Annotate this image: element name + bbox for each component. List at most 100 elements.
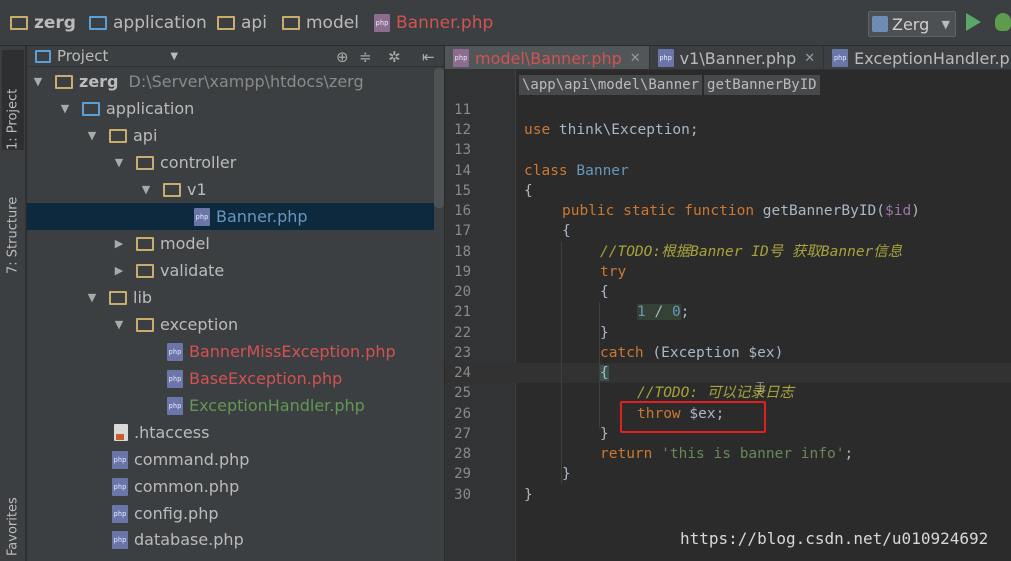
code-line-21[interactable]: 1 / 0;: [637, 302, 689, 322]
tab-project[interactable]: 1: Project: [2, 50, 24, 150]
folder-icon: [136, 236, 154, 251]
code-brace: {: [524, 183, 533, 199]
close-icon[interactable]: ✕: [804, 51, 815, 66]
tree-label: validate: [160, 261, 225, 280]
code-brace: {: [600, 284, 609, 300]
expand-arrow-icon[interactable]: ▼: [112, 156, 126, 169]
run-config-label: Zerg: [892, 14, 930, 34]
breadcrumb-api[interactable]: api: [217, 11, 267, 35]
code-line-27[interactable]: }: [600, 424, 609, 444]
run-icon[interactable]: [966, 13, 981, 31]
code-line-25[interactable]: //TODO: 可以记录日志: [637, 383, 794, 403]
code-keyword: public static function: [562, 203, 755, 219]
run-configuration-select[interactable]: Zerg ▼: [868, 11, 956, 37]
expand-arrow-icon[interactable]: ▼: [58, 102, 72, 115]
breadcrumb-application[interactable]: application: [89, 11, 207, 35]
tree-node-command-php[interactable]: php command.php: [27, 446, 434, 473]
tab-v1-banner-php[interactable]: php v1\Banner.php ✕: [650, 46, 825, 69]
tree-node-controller[interactable]: ▼ controller: [27, 149, 434, 176]
tree-node-bannermissexception-php[interactable]: php BannerMissException.php: [27, 338, 434, 365]
php-file-icon: php: [112, 450, 128, 469]
folder-icon: [163, 182, 181, 197]
breadcrumb-banner-php[interactable]: php Banner.php: [374, 11, 493, 35]
code-line-20[interactable]: {: [600, 282, 609, 302]
code-line-19[interactable]: try: [600, 262, 626, 282]
breadcrumb-method[interactable]: getBannerByID: [704, 75, 820, 95]
code-line-22[interactable]: }: [600, 323, 609, 343]
code-line-30[interactable]: }: [524, 485, 533, 505]
code-line-12[interactable]: use think\Exception;: [524, 120, 699, 140]
tab-exceptionhandler-php[interactable]: php ExceptionHandler.php: [824, 46, 1011, 69]
tree-node-application[interactable]: ▼ application: [27, 95, 434, 122]
folder-icon: [10, 16, 28, 30]
php-file-icon: php: [112, 530, 128, 549]
code-line-15[interactable]: {: [524, 181, 533, 201]
code-line-14[interactable]: class Banner: [524, 161, 629, 181]
tree-node-model[interactable]: ▶ model: [27, 230, 434, 257]
navigation-bar: zerg application api model php Banner.ph…: [0, 0, 1011, 46]
tab-favorites[interactable]: Favorites: [2, 482, 24, 556]
php-file-icon: php: [194, 207, 210, 226]
tree-label: BannerMissException.php: [189, 342, 396, 361]
tree-node-htaccess[interactable]: .htaccess: [27, 419, 434, 446]
code-line-24[interactable]: {: [600, 363, 609, 383]
tree-node-zerg[interactable]: ▼ zerg D:\Server\xampp\htdocs\zerg: [27, 68, 434, 95]
debug-icon[interactable]: [995, 13, 1011, 31]
tree-node-api[interactable]: ▼ api: [27, 122, 434, 149]
tree-label: v1: [187, 180, 207, 199]
collapse-all-icon[interactable]: ≑: [359, 48, 372, 66]
code-line-23[interactable]: catch (Exception $ex): [600, 343, 783, 363]
tree-label: database.php: [134, 530, 244, 549]
collapse-arrow-icon[interactable]: ▶: [112, 237, 126, 250]
hide-panel-icon[interactable]: ⇤: [422, 48, 435, 66]
gear-icon[interactable]: ✲: [388, 48, 401, 66]
tree-node-exceptionhandler-php[interactable]: php ExceptionHandler.php: [27, 392, 434, 419]
expand-arrow-icon[interactable]: ▼: [85, 129, 99, 142]
breadcrumb-model[interactable]: model: [282, 11, 359, 35]
collapse-arrow-icon[interactable]: ▶: [112, 264, 126, 277]
breadcrumb-namespace[interactable]: \app\api\model\Banner: [519, 75, 703, 95]
folder-icon: [282, 16, 300, 30]
tree-node-v1[interactable]: ▼ v1: [27, 176, 434, 203]
tree-label: .htaccess: [134, 423, 210, 442]
breadcrumb-label: zerg: [34, 13, 76, 33]
expand-arrow-icon[interactable]: ▼: [85, 291, 99, 304]
code-class-name: Banner: [567, 163, 629, 179]
code-line-28[interactable]: return 'this is banner info';: [600, 444, 853, 464]
project-view-label: Project: [57, 47, 109, 65]
line-number: 15: [454, 183, 471, 199]
tree-node-common-php[interactable]: php common.php: [27, 473, 434, 500]
scrollbar[interactable]: [434, 68, 444, 208]
breadcrumb-label: application: [113, 13, 207, 33]
code-keyword: return: [600, 446, 653, 462]
expand-arrow-icon[interactable]: ▼: [112, 318, 126, 331]
tab-model-banner-php[interactable]: php model\Banner.php ✕: [445, 46, 650, 69]
tree-label: common.php: [134, 477, 240, 496]
tree-node-validate[interactable]: ▶ validate: [27, 257, 434, 284]
code-line-29[interactable]: }: [562, 464, 571, 484]
left-tool-strip: 1: Project 7: Structure Favorites: [0, 46, 26, 561]
tab-structure[interactable]: 7: Structure: [2, 166, 24, 274]
scroll-from-source-icon[interactable]: ⊕: [336, 48, 349, 66]
code-text: think\Exception;: [550, 122, 699, 138]
tree-label: api: [133, 126, 158, 145]
project-view-select[interactable]: Project ▼: [35, 47, 178, 65]
tree-label: Banner.php: [216, 207, 308, 226]
code-line-18[interactable]: //TODO:根据Banner ID号 获取Banner信息: [600, 242, 902, 262]
folder-icon: [136, 155, 154, 170]
tree-node-database-php[interactable]: php database.php: [27, 526, 434, 553]
line-number: 12: [454, 122, 471, 138]
expand-arrow-icon[interactable]: ▼: [31, 75, 45, 88]
tree-node-baseexception-php[interactable]: php BaseException.php: [27, 365, 434, 392]
code-editor: php model\Banner.php ✕ php v1\Banner.php…: [445, 46, 1011, 561]
close-icon[interactable]: ✕: [630, 51, 641, 66]
code-line-17[interactable]: {: [562, 221, 571, 241]
breadcrumb-zerg[interactable]: zerg: [10, 11, 76, 35]
tree-node-lib[interactable]: ▼ lib: [27, 284, 434, 311]
expand-arrow-icon[interactable]: ▼: [139, 183, 153, 196]
folder-icon: [109, 290, 127, 305]
tree-node-exception[interactable]: ▼ exception: [27, 311, 434, 338]
code-line-16[interactable]: public static function getBannerByID($id…: [562, 201, 920, 221]
tree-node-config-php[interactable]: php config.php: [27, 500, 434, 527]
tree-node-banner-php[interactable]: php Banner.php: [27, 203, 434, 230]
